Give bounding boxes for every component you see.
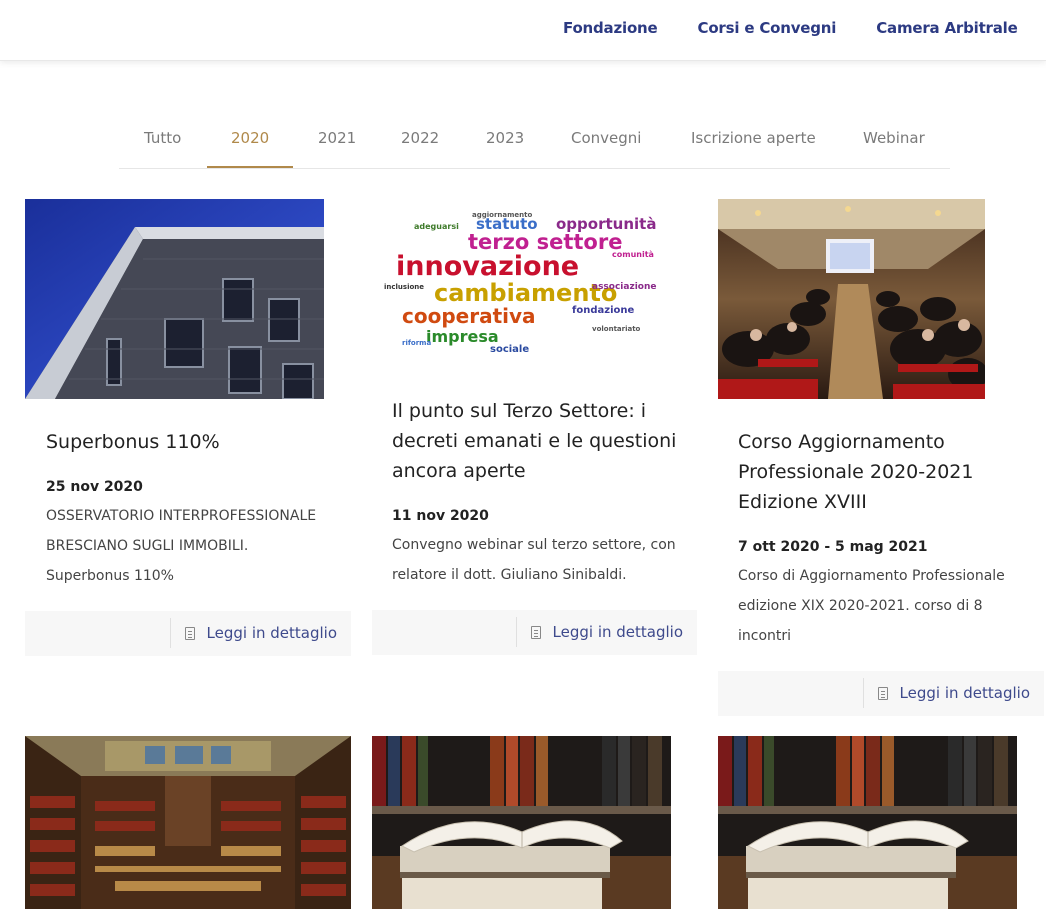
tab-2020[interactable]: 2020 bbox=[231, 129, 269, 147]
open-book-image[interactable] bbox=[718, 736, 1017, 909]
post-footer: Leggi in dettaglio bbox=[718, 671, 1044, 716]
post-excerpt: OSSERVATORIO INTERPROFESSIONALE BRESCIAN… bbox=[46, 508, 317, 584]
tab-2022[interactable]: 2022 bbox=[401, 129, 439, 147]
post-footer: Leggi in dettaglio bbox=[25, 611, 351, 656]
tab-2023[interactable]: 2023 bbox=[486, 129, 524, 147]
building-image[interactable] bbox=[25, 199, 324, 399]
wordcloud-word: comunità bbox=[612, 250, 654, 259]
read-more-label: Leggi in dettaglio bbox=[552, 623, 683, 641]
post-footer: Leggi in dettaglio bbox=[372, 610, 697, 655]
active-tab-indicator bbox=[207, 166, 293, 168]
wordcloud-word: fondazione bbox=[572, 305, 634, 316]
document-icon bbox=[184, 626, 195, 640]
open-book-image[interactable] bbox=[372, 736, 671, 909]
read-more-label: Leggi in dettaglio bbox=[899, 684, 1030, 702]
document-icon bbox=[530, 625, 541, 639]
wordcloud-word: sociale bbox=[490, 344, 529, 355]
document-icon bbox=[877, 686, 888, 700]
wordcloud-word: inclusione bbox=[384, 283, 424, 291]
read-more-link[interactable]: Leggi in dettaglio bbox=[862, 678, 1030, 708]
wordcloud-image[interactable]: aggiornamento adeguarsi statuto opportun… bbox=[372, 199, 697, 369]
post-card-superbonus: Superbonus 110% 25 nov 2020 OSSERVATORIO… bbox=[25, 199, 351, 656]
read-more-link[interactable]: Leggi in dettaglio bbox=[515, 617, 683, 647]
wordcloud-word: cooperativa bbox=[402, 304, 536, 328]
nav-camera-arbitrale[interactable]: Camera Arbitrale bbox=[876, 19, 1018, 37]
post-card-terzo-settore: aggiornamento adeguarsi statuto opportun… bbox=[372, 199, 697, 656]
read-more-label: Leggi in dettaglio bbox=[206, 624, 337, 642]
post-date: 7 ott 2020 - 5 mag 2021 bbox=[738, 539, 928, 555]
wordcloud-word: associazione bbox=[592, 282, 656, 292]
post-card-corso-aggiornamento: Corso Aggiornamento Professionale 2020-2… bbox=[718, 199, 1044, 716]
wordcloud-word: adeguarsi bbox=[414, 222, 459, 231]
post-title[interactable]: Corso Aggiornamento Professionale 2020-2… bbox=[738, 427, 1038, 517]
tab-convegni[interactable]: Convegni bbox=[571, 129, 641, 147]
wordcloud-word: impresa bbox=[426, 327, 499, 346]
wordcloud-word: cambiamento bbox=[434, 279, 617, 307]
read-more-link[interactable]: Leggi in dettaglio bbox=[169, 618, 337, 648]
library-image[interactable] bbox=[25, 736, 351, 909]
conference-hall-image[interactable] bbox=[718, 199, 985, 399]
nav-corsi-e-convegni[interactable]: Corsi e Convegni bbox=[698, 19, 837, 37]
tab-2021[interactable]: 2021 bbox=[318, 129, 356, 147]
post-excerpt: Corso di Aggiornamento Professionale edi… bbox=[738, 568, 1005, 644]
post-title[interactable]: Il punto sul Terzo Settore: i decreti em… bbox=[392, 396, 682, 486]
post-title[interactable]: Superbonus 110% bbox=[46, 427, 336, 457]
tab-webinar[interactable]: Webinar bbox=[863, 129, 925, 147]
post-date: 11 nov 2020 bbox=[392, 508, 489, 524]
tab-iscrizione-aperte[interactable]: Iscrizione aperte bbox=[691, 129, 816, 147]
wordcloud-word: volontariato bbox=[592, 325, 641, 333]
wordcloud-word: innovazione bbox=[396, 251, 579, 282]
wordcloud-word: riforma bbox=[402, 339, 431, 347]
post-date: 25 nov 2020 bbox=[46, 479, 143, 495]
tab-tutto[interactable]: Tutto bbox=[144, 129, 181, 147]
portfolio-filter-tabs: Tutto 2020 2021 2022 2023 Convegni Iscri… bbox=[119, 109, 950, 169]
post-excerpt: Convegno webinar sul terzo settore, con … bbox=[392, 537, 676, 583]
site-header: Fondazione Corsi e Convegni Camera Arbit… bbox=[0, 0, 1046, 61]
main-nav: Fondazione Corsi e Convegni Camera Arbit… bbox=[563, 19, 1046, 37]
nav-fondazione[interactable]: Fondazione bbox=[563, 19, 658, 37]
